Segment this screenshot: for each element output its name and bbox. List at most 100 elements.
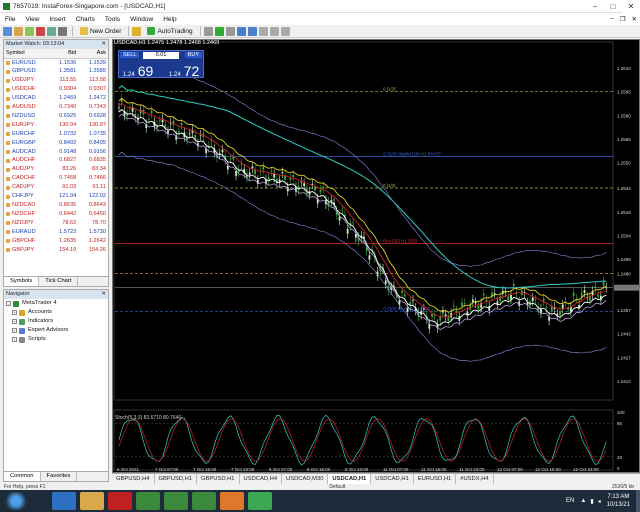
chrome-icon[interactable] bbox=[248, 492, 272, 510]
start-button[interactable] bbox=[4, 492, 28, 510]
menu-item-view[interactable]: View bbox=[20, 16, 44, 23]
clock[interactable]: 7:13 AM 10/13/21 bbox=[607, 493, 630, 509]
new-chart-icon[interactable] bbox=[3, 26, 12, 36]
column-header-ask[interactable]: Ask bbox=[78, 49, 108, 59]
column-header-symbol[interactable]: Symbol bbox=[4, 49, 49, 59]
mdi-close-button[interactable]: ✕ bbox=[629, 15, 640, 23]
menu-item-charts[interactable]: Charts bbox=[71, 16, 100, 23]
ie-icon[interactable] bbox=[52, 492, 76, 510]
market-watch-row[interactable]: NZDUSD 0.6925 0.6928 bbox=[4, 112, 108, 121]
market-watch-row[interactable]: AUDCAD 0.9148 0.9156 bbox=[4, 148, 108, 157]
bar-chart-icon[interactable] bbox=[203, 26, 213, 36]
column-header-bid[interactable]: Bid bbox=[48, 49, 79, 59]
expand-icon[interactable]: + bbox=[12, 319, 17, 324]
expand-icon[interactable]: + bbox=[12, 337, 17, 342]
candlestick-icon[interactable] bbox=[214, 26, 224, 36]
collapse-icon[interactable]: - bbox=[6, 301, 11, 306]
tab-tick-chart[interactable]: Tick Chart bbox=[39, 277, 79, 286]
market-watch-row[interactable]: NZDCHF 0.6442 0.6450 bbox=[4, 210, 108, 219]
menu-item-help[interactable]: Help bbox=[158, 16, 181, 23]
chart-tab[interactable]: USDCAD,H4 bbox=[240, 473, 283, 485]
mdi-restore-button[interactable]: ❐ bbox=[617, 15, 629, 23]
market-watch-row[interactable]: NZDCAD 0.8635 0.8643 bbox=[4, 201, 108, 210]
meta-editor-icon[interactable] bbox=[132, 26, 142, 36]
chart-tab[interactable]: USDCAD,H1 bbox=[371, 473, 414, 485]
price-chart[interactable]: 0 [1/3] Q [2/3] HighM [30] H1 PIVOT 0 [1/3… bbox=[113, 40, 640, 474]
chart-tab[interactable]: GBPUSD,H1 bbox=[155, 473, 198, 485]
nav-item-metatrader[interactable]: - MetaTrader 4 bbox=[4, 299, 108, 308]
autotrading-button[interactable]: AutoTrading bbox=[143, 26, 196, 37]
market-watch-row[interactable]: EURJPY 130.94 130.97 bbox=[4, 121, 108, 130]
nav-item-scripts[interactable]: + Scripts bbox=[4, 335, 108, 344]
market-watch-row[interactable]: AUDJPY 83.26 83.34 bbox=[4, 165, 108, 174]
tab-common[interactable]: Common bbox=[4, 472, 41, 481]
zoom-in-icon[interactable] bbox=[236, 26, 246, 36]
buy-price[interactable]: 1.24 72 bbox=[169, 63, 199, 79]
profiles-icon[interactable] bbox=[14, 26, 23, 36]
network-icon[interactable]: ▮ bbox=[590, 498, 593, 505]
chart-tab[interactable]: USDCAD,M30 bbox=[282, 473, 329, 485]
nav-item-indicators[interactable]: + Indicators bbox=[4, 317, 108, 326]
chart-tab[interactable]: GBPUSD,H1 bbox=[197, 473, 240, 485]
menu-item-insert[interactable]: Insert bbox=[44, 16, 70, 23]
market-watch-row[interactable]: USDCHF 0.9304 0.9307 bbox=[4, 85, 108, 94]
tile-windows-icon[interactable] bbox=[258, 26, 268, 36]
chart-shift-icon[interactable] bbox=[269, 26, 279, 36]
mdi-minimize-button[interactable]: – bbox=[607, 15, 617, 23]
nav-item-expert-advisors[interactable]: + Expert Advisors bbox=[4, 326, 108, 335]
market-watch-row[interactable]: CADJPY 91.03 91.11 bbox=[4, 183, 108, 192]
sell-price[interactable]: 1.24 69 bbox=[123, 63, 153, 79]
menu-item-tools[interactable]: Tools bbox=[100, 16, 125, 23]
chart-tab[interactable]: EURUSD,H1 bbox=[414, 473, 457, 485]
menu-item-file[interactable]: File bbox=[0, 16, 20, 23]
auto-scroll-icon[interactable] bbox=[280, 26, 290, 36]
market-watch-row[interactable]: USDCAD 1.2469 1.2472 bbox=[4, 94, 108, 103]
market-watch-row[interactable]: NZDJPY 78.62 78.70 bbox=[4, 219, 108, 228]
navigator-icon[interactable] bbox=[47, 26, 56, 36]
expand-icon[interactable]: + bbox=[12, 310, 17, 315]
zoom-out-icon[interactable] bbox=[247, 26, 257, 36]
metatrader-taskbar-icon-2[interactable] bbox=[164, 492, 188, 510]
data-window-icon[interactable] bbox=[36, 26, 45, 36]
market-watch-row[interactable]: EURAUD 1.5723 1.5730 bbox=[4, 228, 108, 237]
metatrader-taskbar-icon-3[interactable] bbox=[192, 492, 216, 510]
market-watch-row[interactable]: GBPUSD 1.3581 1.3585 bbox=[4, 67, 108, 76]
volume-icon[interactable]: ◂ bbox=[598, 498, 601, 505]
chart-tab[interactable]: USDCAD,H1 bbox=[328, 473, 372, 485]
sell-button[interactable]: SELL bbox=[120, 52, 140, 58]
minimize-button[interactable]: – bbox=[586, 0, 604, 13]
maximize-button[interactable]: □ bbox=[604, 0, 622, 13]
tab-favorites[interactable]: Favorites bbox=[41, 472, 78, 481]
chart-tab[interactable]: #USDX,H4 bbox=[456, 473, 494, 485]
market-watch-row[interactable]: EURCHF 1.0732 1.0735 bbox=[4, 130, 108, 139]
new-order-button[interactable]: New Order bbox=[76, 26, 125, 37]
tab-symbols[interactable]: Symbols bbox=[4, 277, 40, 286]
line-chart-icon[interactable] bbox=[225, 26, 235, 36]
terminal-icon[interactable] bbox=[58, 26, 67, 36]
show-desktop-button[interactable] bbox=[636, 490, 640, 512]
market-watch-row[interactable]: GBPJPY 154.19 154.26 bbox=[4, 246, 108, 255]
lot-size-input[interactable]: 0.01 bbox=[143, 52, 179, 59]
language-indicator[interactable]: EN bbox=[566, 498, 574, 504]
market-watch-row[interactable]: EURUSD 1.1536 1.1539 bbox=[4, 58, 108, 67]
chart-window[interactable]: 0 [1/3] Q [2/3] HighM [30] H1 PIVOT 0 [1/3… bbox=[112, 39, 640, 473]
close-icon[interactable]: ✕ bbox=[101, 290, 106, 299]
market-watch-row[interactable]: EURGBP 0.8492 0.8495 bbox=[4, 139, 108, 148]
close-button[interactable]: ✕ bbox=[622, 0, 640, 13]
market-watch-row[interactable]: AUDUSD 0.7340 0.7343 bbox=[4, 103, 108, 112]
tray-flag-icon[interactable]: ▲ bbox=[580, 498, 586, 504]
file-explorer-icon[interactable] bbox=[80, 492, 104, 510]
metatrader-taskbar-icon[interactable] bbox=[136, 492, 160, 510]
expand-icon[interactable]: + bbox=[12, 328, 17, 333]
market-watch-row[interactable]: AUDCHF 0.6827 0.6835 bbox=[4, 156, 108, 165]
market-watch-icon[interactable] bbox=[25, 26, 34, 36]
chart-tab[interactable]: GBPUSD,H4 bbox=[112, 473, 155, 485]
firefox-icon[interactable] bbox=[220, 492, 244, 510]
market-watch-row[interactable]: CADCHF 0.7458 0.7466 bbox=[4, 174, 108, 183]
market-watch-row[interactable]: GBPCHF 1.2635 1.2642 bbox=[4, 237, 108, 246]
market-watch-row[interactable]: USDJPY 113.55 113.58 bbox=[4, 76, 108, 85]
nav-item-accounts[interactable]: + Accounts bbox=[4, 308, 108, 317]
market-watch-row[interactable]: CHFJPY 121.94 122.02 bbox=[4, 192, 108, 201]
menu-item-window[interactable]: Window bbox=[125, 16, 158, 23]
opera-icon[interactable] bbox=[108, 492, 132, 510]
